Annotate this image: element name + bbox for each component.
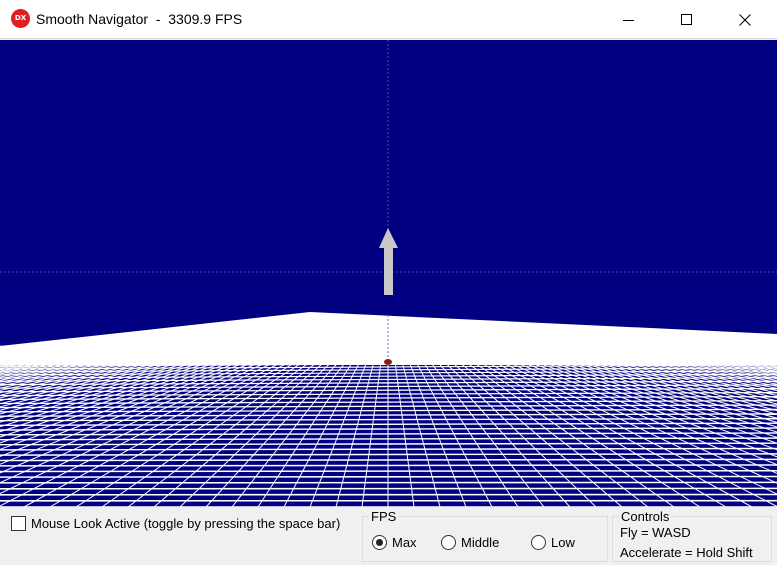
3d-viewport[interactable] bbox=[0, 40, 777, 507]
controls-group-caption: Controls bbox=[619, 509, 672, 524]
fps-group: FPS Max Middle Low bbox=[362, 509, 608, 562]
title-bar[interactable]: DX Smooth Navigator - 3309.9 FPS bbox=[0, 0, 777, 39]
close-icon bbox=[739, 13, 751, 26]
controls-group: Controls Fly = WASD Accelerate = Hold Sh… bbox=[612, 509, 772, 562]
minimize-icon bbox=[623, 19, 634, 21]
bottom-panel: Mouse Look Active (toggle by pressing th… bbox=[0, 507, 777, 565]
radio-button[interactable] bbox=[372, 535, 387, 550]
minimize-button[interactable] bbox=[600, 0, 658, 39]
mouse-look-label: Mouse Look Active (toggle by pressing th… bbox=[31, 516, 341, 531]
window-title: Smooth Navigator - 3309.9 FPS bbox=[36, 11, 243, 27]
fps-option-middle[interactable]: Middle bbox=[441, 535, 499, 550]
app-icon: DX bbox=[11, 9, 30, 28]
scene-canvas bbox=[0, 40, 777, 507]
mouse-look-checkbox[interactable]: Mouse Look Active (toggle by pressing th… bbox=[11, 516, 340, 531]
fps-option-label: Max bbox=[392, 535, 417, 550]
controls-fly-text: Fly = WASD bbox=[620, 525, 691, 540]
controls-accelerate-text: Accelerate = Hold Shift bbox=[620, 545, 753, 560]
origin-marker bbox=[384, 359, 392, 365]
radio-button[interactable] bbox=[531, 535, 546, 550]
maximize-icon bbox=[681, 13, 692, 25]
fps-option-label: Low bbox=[551, 535, 575, 550]
fps-group-caption: FPS bbox=[369, 509, 399, 524]
fps-option-max[interactable]: Max bbox=[372, 535, 417, 550]
fps-option-low[interactable]: Low bbox=[531, 535, 575, 550]
checkbox-box[interactable] bbox=[11, 516, 26, 531]
maximize-button[interactable] bbox=[658, 0, 716, 39]
radio-button[interactable] bbox=[441, 535, 456, 550]
grid-floor bbox=[0, 312, 777, 507]
fps-option-label: Middle bbox=[461, 535, 500, 550]
up-arrow-icon bbox=[379, 228, 398, 295]
close-button[interactable] bbox=[716, 0, 774, 39]
